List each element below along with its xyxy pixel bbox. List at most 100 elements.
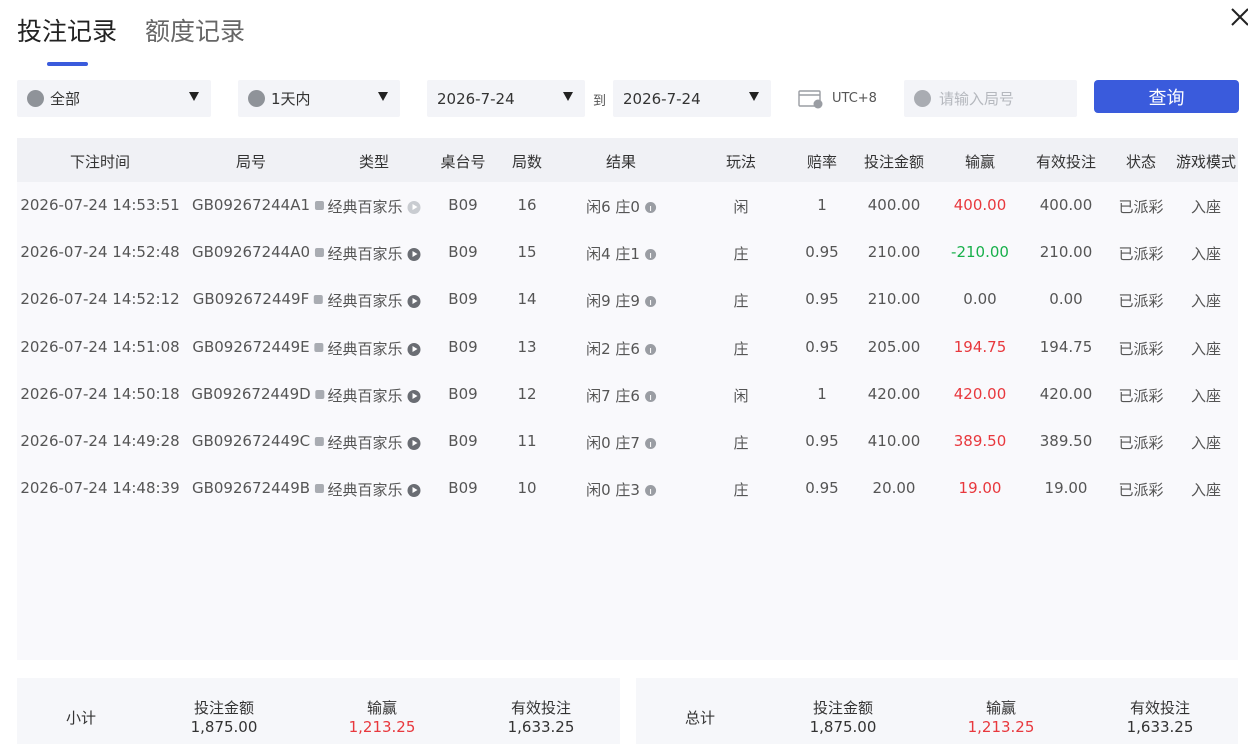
date-to-select[interactable]: 2026-7-24 bbox=[613, 80, 771, 117]
cell-status-text: 已派彩 bbox=[1118, 245, 1164, 264]
date-from-select[interactable]: 2026-7-24 bbox=[427, 80, 585, 117]
cell-play-text: 闲 bbox=[733, 198, 749, 216]
total-panel: 总计 投注金额 1,875.00 输赢 1,213.25 有效投注 1,633.… bbox=[636, 678, 1238, 744]
cell-odds-text: 0.95 bbox=[805, 243, 839, 262]
cell-bet-text: 400.00 bbox=[867, 196, 921, 214]
cell-round-id-text: GB092672449E bbox=[192, 337, 310, 356]
tab-bet-records[interactable]: 投注记录 bbox=[17, 14, 117, 66]
cell-play: 闲 bbox=[733, 385, 748, 406]
cell-bet: 420.00 bbox=[868, 385, 921, 403]
col-table: 桌台号 bbox=[440, 153, 486, 171]
bet-table: 下注时间 局号 类型 桌台号 局数 结果 玩法 赔率 投注金额 输赢 有效投注 … bbox=[17, 138, 1238, 660]
cell-result-text: 闲0 庄7 bbox=[586, 434, 640, 452]
total-win-label: 输赢 bbox=[985, 699, 1017, 717]
cell-round-id: GB092672449D bbox=[191, 384, 325, 403]
info-icon[interactable] bbox=[644, 296, 656, 308]
play-icon[interactable] bbox=[407, 248, 421, 262]
cell-type-text: 经典百家乐 bbox=[327, 245, 403, 264]
cell-result: 闲0 庄3 bbox=[586, 479, 656, 500]
copy-icon[interactable] bbox=[315, 248, 325, 258]
cell-time: 2026-07-24 14:52:48 bbox=[20, 243, 179, 261]
col-result: 结果 bbox=[605, 153, 637, 171]
copy-icon[interactable] bbox=[315, 201, 325, 210]
info-icon[interactable] bbox=[644, 390, 656, 402]
cell-play-text: 庄 bbox=[733, 292, 749, 311]
cell-status: 已派彩 bbox=[1118, 479, 1163, 500]
cell-result-text: 闲7 庄6 bbox=[586, 386, 640, 405]
cell-time: 2026-07-24 14:53:51 bbox=[20, 196, 179, 214]
cell-time-text: 2026-07-24 14:50:18 bbox=[20, 384, 180, 403]
cell-round-id-text: GB092672449D bbox=[191, 384, 311, 403]
cell-bet-text: 205.00 bbox=[867, 337, 921, 356]
copy-icon[interactable] bbox=[315, 437, 325, 446]
date-separator: 到 bbox=[593, 94, 607, 109]
spade-icon bbox=[27, 90, 44, 107]
col-time: 下注时间 bbox=[69, 153, 131, 171]
cell-type: 经典百家乐 bbox=[327, 338, 421, 359]
subtotal-bet-value: 1,875.00 bbox=[190, 718, 258, 736]
play-icon[interactable] bbox=[407, 389, 421, 403]
cell-table-text: B09 bbox=[448, 432, 478, 450]
range-select[interactable]: 1天内 bbox=[238, 80, 400, 117]
cell-valid: 194.75 bbox=[1040, 338, 1093, 356]
range-select-value: 1天内 bbox=[271, 90, 311, 108]
cell-win-text: 0.00 bbox=[963, 290, 997, 309]
cell-status-text: 已派彩 bbox=[1118, 481, 1164, 500]
cell-play: 庄 bbox=[733, 338, 748, 359]
table-row: 2026-07-24 14:51:08 GB092672449E 经典百家乐 B09 1… bbox=[17, 324, 1238, 371]
cell-mode-text: 入座 bbox=[1190, 386, 1222, 405]
cell-status-text: 已派彩 bbox=[1118, 386, 1164, 405]
tab-credit-records[interactable]: 额度记录 bbox=[145, 14, 245, 50]
clock-icon bbox=[248, 90, 265, 107]
cell-bet: 410.00 bbox=[868, 432, 921, 450]
table-header: 下注时间 局号 类型 桌台号 局数 结果 玩法 赔率 投注金额 输赢 有效投注 … bbox=[17, 138, 1238, 182]
cell-play: 闲 bbox=[733, 196, 748, 217]
timezone[interactable]: UTC+8 bbox=[797, 80, 877, 117]
cell-result-text: 闲4 庄1 bbox=[586, 245, 640, 264]
cell-time: 2026-07-24 14:52:12 bbox=[20, 290, 179, 308]
play-icon[interactable] bbox=[407, 437, 421, 450]
cell-result: 闲0 庄7 bbox=[586, 432, 656, 453]
cell-odds: 0.95 bbox=[805, 338, 838, 356]
col-type: 类型 bbox=[358, 153, 390, 171]
cell-win-text: 194.75 bbox=[953, 337, 1007, 356]
cell-mode-text: 入座 bbox=[1190, 198, 1222, 216]
cell-valid: 400.00 bbox=[1040, 196, 1093, 214]
cell-mode-text: 入座 bbox=[1190, 245, 1222, 264]
info-icon[interactable] bbox=[644, 438, 656, 449]
info-icon[interactable] bbox=[644, 249, 656, 261]
play-icon[interactable] bbox=[407, 201, 421, 214]
cell-win: 420.00 bbox=[954, 385, 1007, 403]
cell-bet-text: 210.00 bbox=[867, 290, 921, 309]
cell-play-text: 庄 bbox=[733, 481, 749, 500]
play-icon[interactable] bbox=[407, 342, 421, 356]
cell-table-text: B09 bbox=[448, 243, 478, 262]
cell-round-id-text: GB092672449C bbox=[191, 432, 311, 450]
subtotal-valid-value: 1,633.25 bbox=[507, 718, 575, 736]
info-icon[interactable] bbox=[644, 343, 656, 355]
close-icon[interactable] bbox=[1229, 6, 1248, 28]
col-valid: 有效投注 bbox=[1035, 153, 1097, 171]
cell-type: 经典百家乐 bbox=[327, 196, 421, 217]
copy-icon[interactable] bbox=[314, 342, 324, 352]
query-button[interactable]: 查询 bbox=[1094, 80, 1239, 113]
play-icon[interactable] bbox=[407, 295, 421, 309]
copy-icon[interactable] bbox=[314, 295, 324, 305]
cell-type-text: 经典百家乐 bbox=[327, 481, 403, 500]
timezone-label: UTC+8 bbox=[832, 91, 877, 106]
info-icon[interactable] bbox=[644, 202, 656, 213]
info-icon[interactable] bbox=[644, 485, 656, 497]
cell-table-text: B09 bbox=[448, 196, 478, 214]
chevron-down-icon bbox=[749, 92, 759, 101]
cell-result: 闲6 庄0 bbox=[586, 196, 656, 217]
copy-icon[interactable] bbox=[315, 484, 325, 494]
play-icon[interactable] bbox=[407, 484, 421, 498]
round-search-input[interactable] bbox=[939, 89, 1069, 108]
cell-status: 已派彩 bbox=[1118, 385, 1163, 406]
copy-icon[interactable] bbox=[315, 389, 325, 399]
cell-time: 2026-07-24 14:51:08 bbox=[20, 338, 179, 356]
type-select[interactable]: 全部 bbox=[17, 80, 211, 117]
cell-odds: 1 bbox=[817, 385, 827, 403]
cell-result-text: 闲6 庄0 bbox=[586, 198, 640, 216]
cell-time: 2026-07-24 14:50:18 bbox=[20, 385, 179, 403]
